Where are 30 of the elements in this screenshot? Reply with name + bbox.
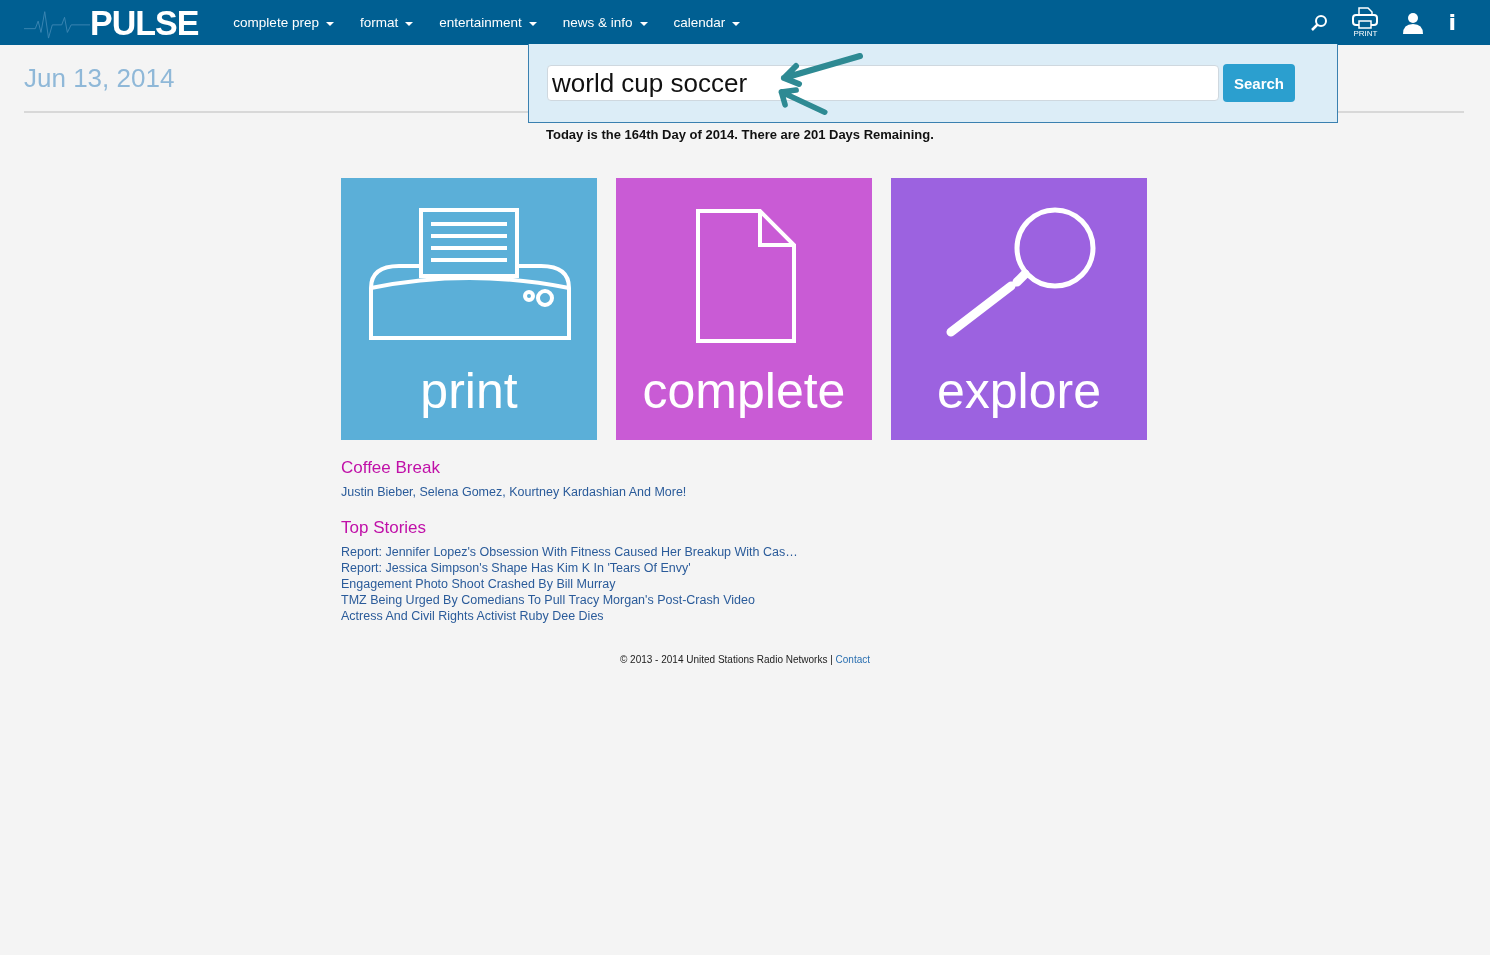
story-link[interactable]: Engagement Photo Shoot Crashed By Bill Murray: [341, 576, 616, 592]
section-heading: Coffee Break: [341, 458, 441, 478]
story-link[interactable]: TMZ Being Urged By Comedians To Pull Tracy Morgan's Post-Crash Video: [341, 592, 755, 608]
copyright-text: © 2013 - 2014 United Stations Radio Networks |: [619, 654, 833, 665]
nav-menu[interactable]: format: [346, 2, 427, 43]
caret-icon: [639, 22, 648, 26]
story-link[interactable]: Actress And Civil Rights Activist Ruby Dee Dies: [341, 608, 604, 624]
tile-link[interactable]: explore: [891, 178, 1147, 440]
section-heading: Top Stories: [341, 518, 428, 538]
story-link[interactable]: Report: Jessica Simpson's Shape Has Kim K In 'Tears Of Envy': [341, 560, 691, 576]
story-link[interactable]: Justin Bieber, Selena Gomez, Kourtney Kardashian And More!: [341, 484, 687, 500]
search-field[interactable]: world cup soccer: [547, 65, 1219, 101]
nav-menu[interactable]: news & info: [549, 2, 661, 43]
date-heading: Jun 13, 2014: [24, 62, 175, 94]
document-icon: [696, 209, 796, 343]
caret-icon: [732, 22, 741, 26]
tile-link[interactable]: complete: [616, 178, 872, 440]
nav-menu[interactable]: complete prep: [220, 2, 347, 43]
info-button[interactable]: i: [1444, 10, 1466, 35]
print-button[interactable]: PRINT: [1348, 7, 1383, 38]
caret-icon: [405, 22, 414, 26]
nav-menu[interactable]: entertainment: [426, 2, 550, 43]
caret-icon: [325, 22, 334, 26]
story-link[interactable]: Report: Jennifer Lopez's Obsession With Fitness Caused Her Breakup With Cas…: [341, 544, 798, 560]
nav-menu[interactable]: calendar: [660, 2, 754, 43]
contact-link[interactable]: Contact: [835, 654, 871, 665]
pulse-logo[interactable]: PULSE: [24, 0, 199, 45]
caret-icon: [528, 22, 537, 26]
magnifier-icon: [945, 206, 1097, 338]
day-count-text: Today is the 164th Day of 2014. There are 201 Days Remaining.: [546, 127, 934, 142]
